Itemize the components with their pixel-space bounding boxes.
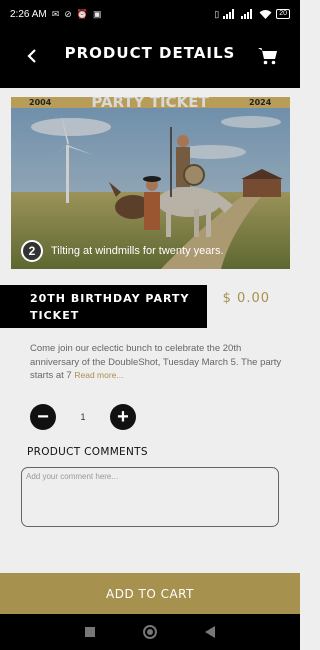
product-title: 20TH BIRTHDAY PARTY TICKET bbox=[0, 285, 207, 328]
read-more-link[interactable]: Read more... bbox=[74, 370, 123, 380]
page-title: PRODUCT DETAILS bbox=[64, 44, 236, 62]
system-nav-bar bbox=[0, 614, 300, 650]
game-icon: ▣ bbox=[93, 8, 102, 19]
app-header: PRODUCT DETAILS bbox=[0, 28, 300, 88]
caption-text: Tilting at windmills for twenty years. bbox=[51, 245, 224, 257]
recents-icon bbox=[85, 627, 95, 637]
add-to-cart-button[interactable]: ADD TO CART bbox=[0, 573, 300, 614]
notification-icon: ✉ bbox=[51, 8, 60, 19]
chevron-left-icon bbox=[27, 49, 36, 63]
recents-button[interactable] bbox=[80, 622, 100, 642]
decrease-quantity-button[interactable]: − bbox=[30, 404, 56, 430]
status-bar: 2:26 AM ✉ ⊘ ⏰ ▣ ▯ 20 bbox=[0, 0, 300, 28]
alarm-icon: ⏰ bbox=[76, 8, 89, 19]
back-icon bbox=[205, 626, 215, 638]
anniversary-badge: 2 bbox=[21, 240, 43, 262]
wifi-icon bbox=[259, 10, 272, 19]
signal-icon bbox=[223, 9, 235, 19]
home-button[interactable] bbox=[140, 622, 160, 642]
status-time: 2:26 AM bbox=[10, 8, 47, 20]
plus-icon: + bbox=[117, 406, 129, 428]
signal-icon bbox=[241, 9, 253, 19]
quantity-stepper: − 1 + bbox=[30, 403, 140, 431]
increase-quantity-button[interactable]: + bbox=[110, 404, 136, 430]
quantity-value: 1 bbox=[80, 412, 86, 422]
alarm-off-icon: ⊘ bbox=[64, 8, 72, 19]
comment-input[interactable] bbox=[21, 467, 279, 527]
product-description: Come join our eclectic bunch to celebrat… bbox=[30, 342, 285, 383]
comments-label: PRODUCT COMMENTS bbox=[27, 446, 148, 458]
minus-icon: − bbox=[37, 406, 49, 428]
cart-icon bbox=[258, 48, 277, 65]
battery-indicator: 20 bbox=[276, 9, 290, 19]
vibrate-icon: ▯ bbox=[214, 8, 220, 19]
image-caption: 2 Tilting at windmills for twenty years. bbox=[21, 240, 224, 262]
product-price: $ 0.00 bbox=[222, 291, 270, 306]
product-image: 2004 PARTY TICKET 2024 2 Tilting at wind… bbox=[11, 97, 290, 269]
home-icon bbox=[143, 625, 157, 639]
description-text: Come join our eclectic bunch to celebrat… bbox=[30, 343, 282, 381]
cart-button[interactable] bbox=[254, 42, 282, 70]
back-button[interactable] bbox=[18, 42, 46, 70]
system-back-button[interactable] bbox=[200, 622, 220, 642]
